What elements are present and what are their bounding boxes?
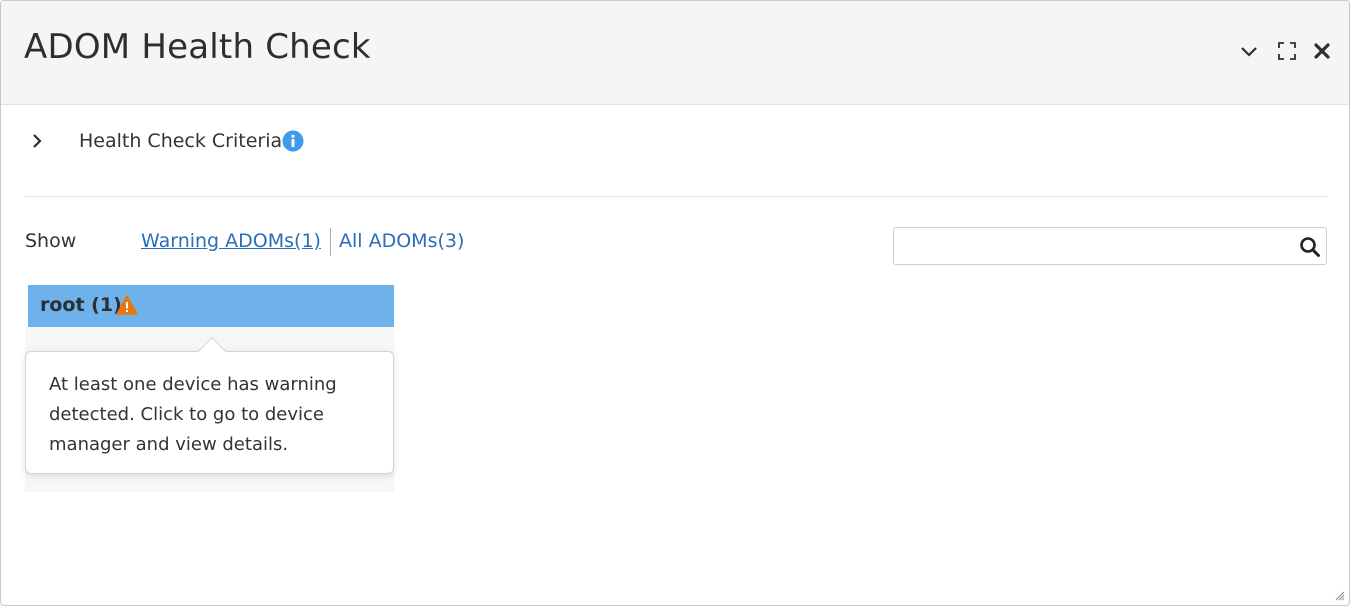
search-box [893,227,1327,265]
maximize-icon [1278,42,1296,60]
resize-grip-icon[interactable] [1333,589,1345,601]
filter-separator [330,228,331,256]
close-button[interactable] [1310,39,1334,63]
search-icon[interactable] [1299,236,1321,258]
warning-adoms-filter[interactable]: Warning ADOMs(1) [141,230,321,252]
warning-icon [116,295,138,315]
section-divider [25,196,1327,197]
search-input[interactable] [900,232,1290,260]
close-icon [1314,43,1330,59]
adom-tile-root[interactable]: root (1) [28,285,394,327]
all-adoms-filter[interactable]: All ADOMs(3) [339,230,464,252]
adom-name: root (1) [40,294,122,316]
dialog-header: ADOM Health Check [1,1,1349,105]
tooltip-text: At least one device has warning detected… [49,374,337,455]
collapse-button[interactable] [1237,39,1261,63]
criteria-label: Health Check Criteria [79,130,283,152]
health-check-dialog: ADOM Health Check Health Check Criteria [0,0,1350,606]
warning-tooltip: At least one device has warning detected… [25,336,394,474]
maximize-button[interactable] [1275,39,1299,63]
chevron-right-icon [33,134,42,148]
show-label: Show [25,230,77,252]
dialog-title: ADOM Health Check [24,27,371,67]
info-icon[interactable] [282,130,304,152]
chevron-down-icon [1241,47,1257,57]
health-check-criteria-toggle[interactable]: Health Check Criteria [25,125,625,159]
